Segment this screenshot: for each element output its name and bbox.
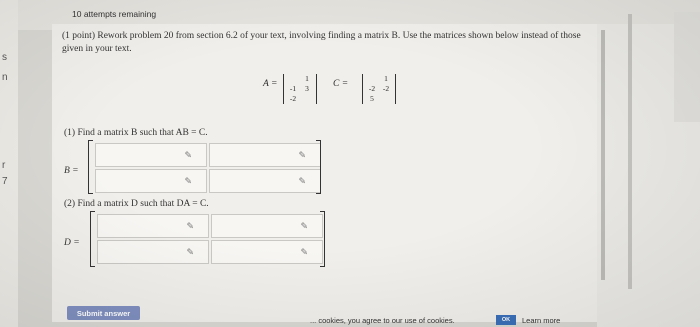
d22-input[interactable]: ✎	[211, 240, 323, 264]
left-bracket	[88, 140, 93, 194]
strip-char: n	[2, 72, 8, 83]
matrix-a: 1 -1 3 -2	[283, 74, 317, 104]
matrix-cell: 3	[305, 84, 309, 93]
matrix-cell: -2	[382, 84, 390, 93]
matrix-c-label: C =	[333, 79, 349, 89]
right-bracket	[316, 140, 321, 194]
matrix-cell: 5	[370, 94, 374, 103]
strip-char: r	[2, 160, 6, 171]
matrix-d-label: D =	[64, 238, 80, 248]
b11-input[interactable]: ✎	[95, 143, 207, 167]
matrix-cell: -2	[368, 84, 376, 93]
matrix-cell: -2	[289, 94, 297, 103]
matrix-cell: -1	[289, 84, 297, 93]
cookie-ok-button[interactable]: OK	[496, 315, 516, 325]
submit-answer-button[interactable]: Submit answer	[67, 306, 140, 320]
right-bracket	[320, 211, 325, 267]
pencil-icon[interactable]: ✎	[300, 222, 308, 232]
strip-char: s	[2, 52, 7, 63]
matrix-a-label: A =	[263, 79, 278, 89]
b21-input[interactable]: ✎	[95, 169, 207, 193]
d11-input[interactable]: ✎	[97, 214, 209, 238]
left-page-strip: s n r 7	[0, 0, 18, 327]
part1-question: (1) Find a matrix B such that AB = C.	[64, 128, 208, 138]
pencil-icon[interactable]: ✎	[184, 151, 192, 161]
d21-input[interactable]: ✎	[97, 240, 209, 264]
matrix-b-label: B =	[64, 166, 79, 176]
scrollbar[interactable]	[601, 30, 605, 280]
cookie-banner: ... cookies, you agree to our use of coo…	[300, 314, 700, 327]
side-tab	[674, 12, 700, 122]
pencil-icon[interactable]: ✎	[298, 151, 306, 161]
pencil-icon[interactable]: ✎	[298, 177, 306, 187]
b12-input[interactable]: ✎	[209, 143, 321, 167]
left-bracket	[90, 211, 95, 267]
matrix-cell: 1	[384, 74, 388, 83]
attempts-remaining: 10 attempts remaining	[72, 9, 157, 19]
pencil-icon[interactable]: ✎	[186, 248, 194, 258]
problem-statement: (1 point) Rework problem 20 from section…	[62, 31, 581, 54]
matrix-c: 1 -2 -2 5	[362, 74, 396, 104]
d12-input[interactable]: ✎	[211, 214, 323, 238]
pencil-icon[interactable]: ✎	[300, 248, 308, 258]
pencil-icon[interactable]: ✎	[186, 222, 194, 232]
divider	[628, 14, 632, 289]
pencil-icon[interactable]: ✎	[184, 177, 192, 187]
part2-question: (2) Find a matrix D such that DA = C.	[64, 199, 209, 209]
learn-more-link[interactable]: Learn more	[522, 316, 560, 325]
strip-char: 7	[2, 176, 8, 187]
matrix-cell: 1	[305, 74, 309, 83]
b22-input[interactable]: ✎	[209, 169, 321, 193]
cookie-text: ... cookies, you agree to our use of coo…	[310, 316, 455, 325]
